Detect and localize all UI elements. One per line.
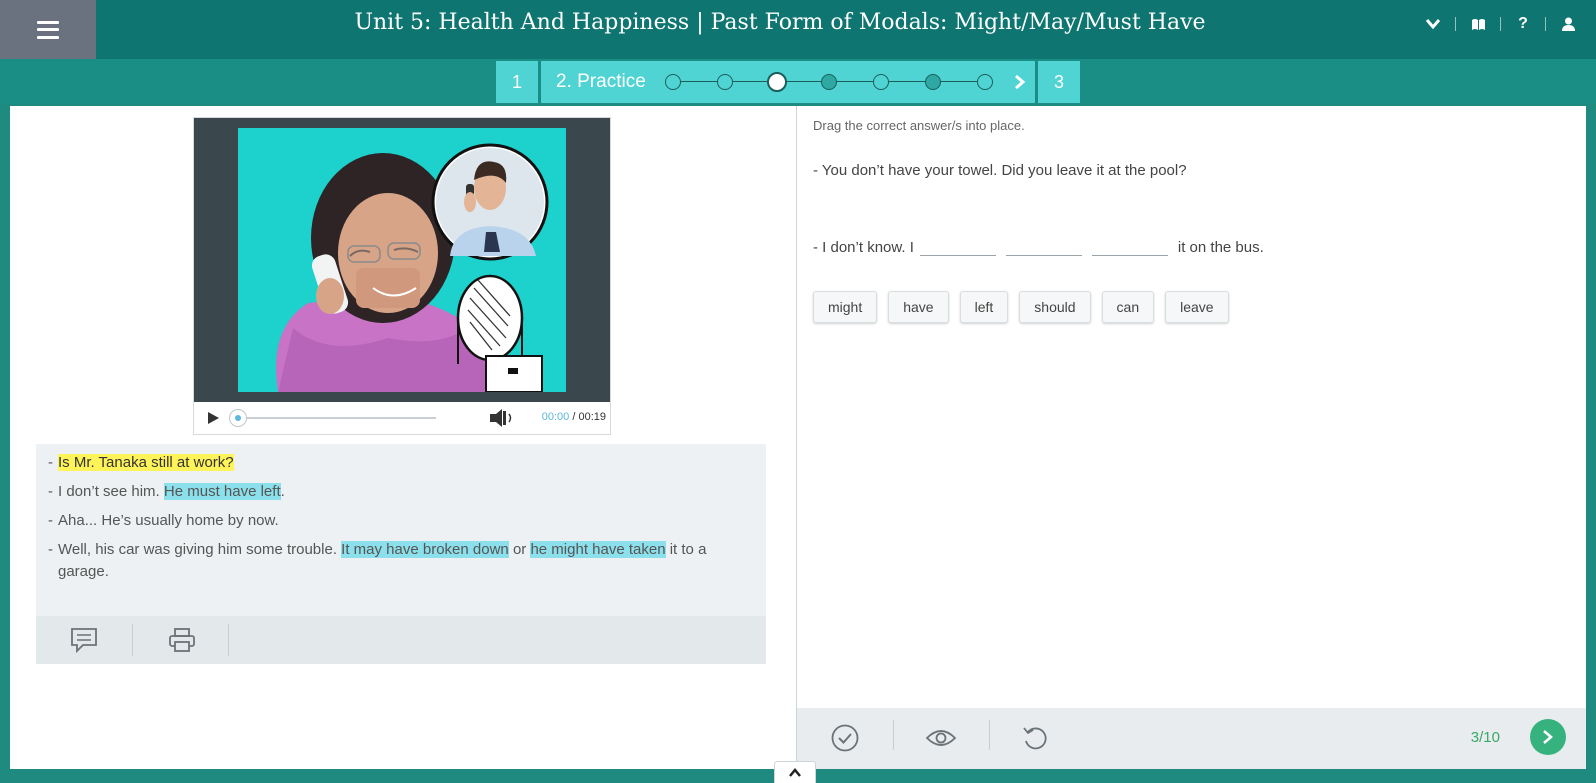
video-thumbnail bbox=[238, 128, 566, 392]
video-controls: 00:00 / 00:19 bbox=[194, 402, 610, 434]
page-title: Unit 5: Health And Happiness | Past Form… bbox=[354, 10, 1206, 35]
volume-icon[interactable] bbox=[488, 408, 518, 428]
time-display: 00:00 / 00:19 bbox=[542, 411, 606, 423]
progress-dot[interactable] bbox=[665, 74, 681, 90]
total-time: 00:19 bbox=[578, 411, 606, 423]
help-icon[interactable]: ? bbox=[1509, 12, 1537, 36]
line-dash: - bbox=[48, 541, 53, 558]
line-text: . bbox=[280, 483, 285, 500]
transcript-line: - Is Mr. Tanaka still at work? bbox=[48, 452, 756, 474]
line-text: I don’t see him. bbox=[58, 483, 160, 500]
progress-dot[interactable] bbox=[873, 74, 889, 90]
left-panel: 00:00 / 00:19 - Is Mr. Tanaka still at w… bbox=[10, 106, 796, 769]
step-2-tab[interactable]: 2. Practice bbox=[541, 61, 1035, 103]
divider bbox=[1455, 17, 1456, 31]
print-icon[interactable] bbox=[166, 625, 198, 655]
drop-slot[interactable] bbox=[1005, 234, 1082, 256]
step-bar: 1 2. Practice 3 bbox=[0, 59, 1596, 104]
exercise-toolbar: 3/10 bbox=[797, 708, 1586, 769]
video-player: 00:00 / 00:19 bbox=[193, 117, 611, 435]
answer-chip[interactable]: leave bbox=[1165, 291, 1229, 323]
collapse-button[interactable] bbox=[774, 761, 816, 783]
chevron-down-icon[interactable] bbox=[1419, 12, 1447, 36]
transcript-line: - Aha... He’s usually home by now. bbox=[48, 510, 756, 532]
line-dash: - bbox=[48, 483, 53, 500]
book-icon[interactable] bbox=[1464, 12, 1492, 36]
line-dash: - bbox=[48, 454, 53, 471]
reset-icon[interactable] bbox=[1019, 722, 1051, 754]
divider bbox=[893, 720, 894, 750]
answer-chip[interactable]: left bbox=[959, 291, 1009, 323]
line-text: Aha... He’s usually home by now. bbox=[58, 512, 279, 529]
step-2-label: 2. Practice bbox=[556, 71, 646, 92]
progress-dot[interactable] bbox=[977, 74, 993, 90]
answer-chip[interactable]: might bbox=[813, 291, 878, 323]
answer-chip[interactable]: can bbox=[1101, 291, 1155, 323]
eye-icon[interactable] bbox=[925, 722, 957, 754]
answer-chip[interactable]: should bbox=[1019, 291, 1091, 323]
top-bar: Unit 5: Health And Happiness | Past Form… bbox=[0, 0, 1596, 59]
chevron-right-icon[interactable] bbox=[1011, 71, 1029, 93]
highlighted-phrase: He must have left bbox=[163, 483, 281, 500]
answer-chip[interactable]: have bbox=[888, 291, 949, 323]
progress-dot[interactable] bbox=[925, 74, 941, 90]
line-text: or bbox=[512, 541, 527, 558]
divider bbox=[132, 624, 133, 656]
chevron-right-icon bbox=[1543, 730, 1553, 744]
transcript-line: - Well, his car was giving him some trou… bbox=[48, 539, 756, 583]
divider bbox=[1500, 17, 1501, 31]
divider bbox=[989, 720, 990, 750]
next-button[interactable] bbox=[1530, 719, 1566, 755]
transcript-line: - I don’t see him. He must have left. bbox=[48, 481, 756, 503]
question-line-1: - You don’t have your towel. Did you lea… bbox=[813, 162, 1187, 179]
divider bbox=[1545, 17, 1546, 31]
question-text: - I don’t know. I bbox=[813, 239, 914, 256]
answer-options: might have left should can leave bbox=[813, 291, 1240, 323]
instruction-text: Drag the correct answer/s into place. bbox=[813, 118, 1025, 133]
check-icon[interactable] bbox=[829, 722, 861, 754]
play-icon[interactable] bbox=[206, 411, 220, 425]
step-3-tab[interactable]: 3 bbox=[1038, 61, 1080, 103]
highlighted-phrase: Is Mr. Tanaka still at work? bbox=[58, 454, 234, 471]
question-line-2: - I don’t know. I it on the bus. bbox=[813, 234, 1264, 256]
menu-button[interactable] bbox=[0, 0, 96, 59]
chevron-up-icon bbox=[789, 767, 801, 777]
divider bbox=[228, 624, 229, 656]
question-counter: 3/10 bbox=[1470, 729, 1500, 746]
highlighted-phrase: It may have broken down bbox=[341, 541, 509, 558]
step-1-tab[interactable]: 1 bbox=[496, 61, 538, 103]
exercise-panel: Drag the correct answer/s into place. - … bbox=[796, 106, 1586, 769]
line-dash: - bbox=[48, 512, 53, 529]
exercise-progress bbox=[665, 72, 995, 92]
line-text: Well, his car was giving him some troubl… bbox=[58, 541, 337, 558]
seek-bar[interactable] bbox=[240, 417, 436, 419]
user-icon[interactable] bbox=[1554, 12, 1582, 36]
progress-dot[interactable] bbox=[767, 72, 787, 92]
comment-icon[interactable] bbox=[68, 625, 100, 655]
video-screen[interactable] bbox=[194, 118, 610, 402]
menu-icon bbox=[37, 20, 59, 39]
progress-dot[interactable] bbox=[717, 74, 733, 90]
highlighted-phrase: he might have taken bbox=[530, 541, 666, 558]
current-time: 00:00 bbox=[541, 411, 570, 423]
question-text: it on the bus. bbox=[1177, 239, 1264, 256]
top-actions: ? bbox=[1419, 12, 1582, 36]
drop-slot[interactable] bbox=[1091, 234, 1168, 256]
seek-handle[interactable] bbox=[229, 409, 247, 427]
transcript-toolbar bbox=[36, 616, 766, 664]
progress-dot[interactable] bbox=[821, 74, 837, 90]
drop-slot[interactable] bbox=[919, 234, 996, 256]
time-separator: / bbox=[572, 411, 576, 423]
